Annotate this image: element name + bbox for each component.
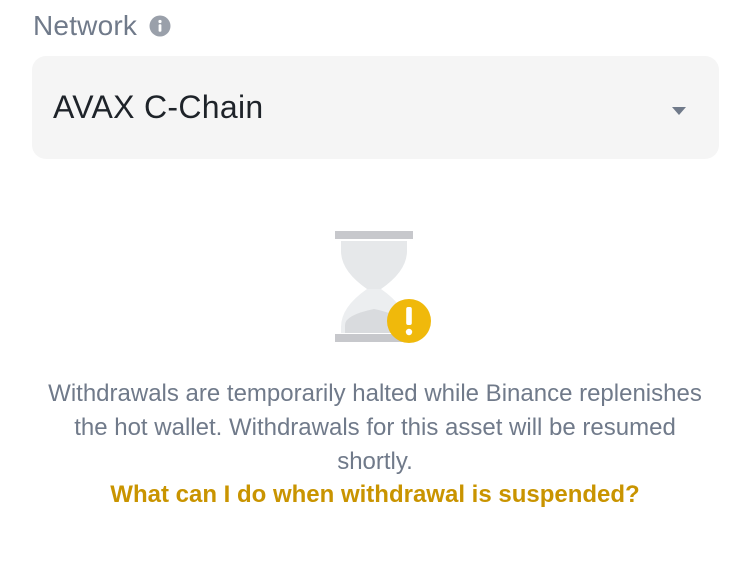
withdrawal-halted-message: Withdrawals are temporarily halted while… xyxy=(48,380,702,475)
hourglass-warning-icon xyxy=(333,229,433,347)
network-label: Network xyxy=(33,10,138,41)
network-selected-value: AVAX C-Chain xyxy=(53,89,264,125)
network-select[interactable]: AVAX C-Chain xyxy=(32,56,719,159)
network-label-row: Network xyxy=(33,8,171,44)
caret-down-icon xyxy=(671,103,687,115)
info-icon[interactable] xyxy=(149,15,171,37)
withdrawal-suspended-help-link[interactable]: What can I do when withdrawal is suspend… xyxy=(0,478,750,512)
